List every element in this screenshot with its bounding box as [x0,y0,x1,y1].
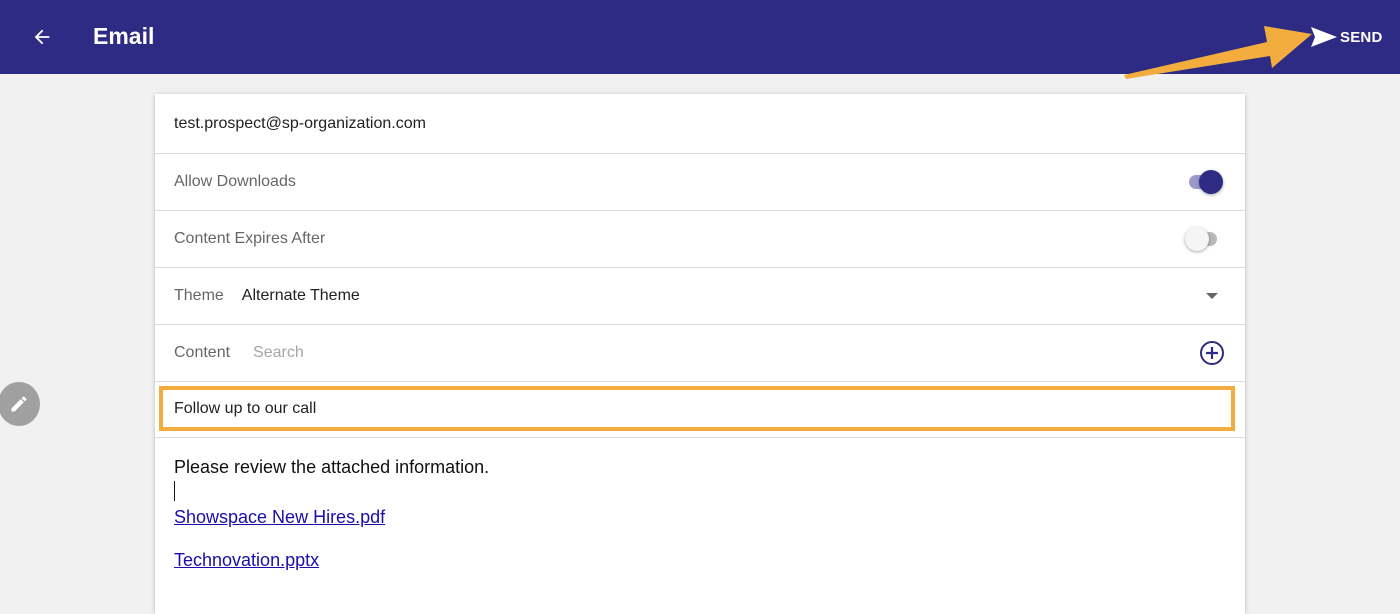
back-button[interactable] [28,22,56,52]
content-row: Content [155,325,1245,382]
theme-value[interactable]: Alternate Theme [242,287,360,305]
content-search-input[interactable] [253,344,1054,362]
content-expires-row: Content Expires After [155,211,1245,268]
toggle-thumb [1185,227,1209,251]
edit-button[interactable] [0,382,40,426]
callout-arrow-icon [1124,26,1312,79]
content-expires-label: Content Expires After [174,230,326,247]
subject-highlight [159,386,1235,431]
theme-select[interactable]: Theme Alternate Theme [155,268,1245,325]
arrow-left-icon [34,29,50,45]
message-body[interactable]: Please review the attached information. … [174,456,1224,571]
attachment-link[interactable]: Technovation.pptx [174,549,1224,571]
toggle-thumb [1199,170,1223,194]
recipient-row[interactable]: test.prospect@sp-organization.com [155,94,1245,154]
send-button[interactable]: SEND [1310,24,1382,50]
caret-down-icon[interactable] [1205,292,1219,300]
email-form-card: test.prospect@sp-organization.com Allow … [155,94,1245,614]
add-content-icon[interactable] [1199,340,1225,366]
page-title: Email [93,23,155,49]
subject-row [155,382,1245,438]
send-label: SEND [1340,28,1383,46]
recipient-field[interactable]: test.prospect@sp-organization.com [174,115,426,133]
pencil-icon [11,396,27,412]
text-cursor [174,481,175,501]
allow-downloads-row: Allow Downloads [155,154,1245,211]
theme-label: Theme [174,287,224,304]
body-text[interactable]: Please review the attached information. [174,456,1224,478]
content-expires-toggle[interactable] [1185,226,1223,252]
allow-downloads-label: Allow Downloads [174,173,296,190]
content-label: Content [174,344,231,361]
subject-input[interactable] [174,399,1174,418]
attachment-link[interactable]: Showspace New Hires.pdf [174,506,1224,528]
allow-downloads-toggle[interactable] [1185,169,1223,195]
